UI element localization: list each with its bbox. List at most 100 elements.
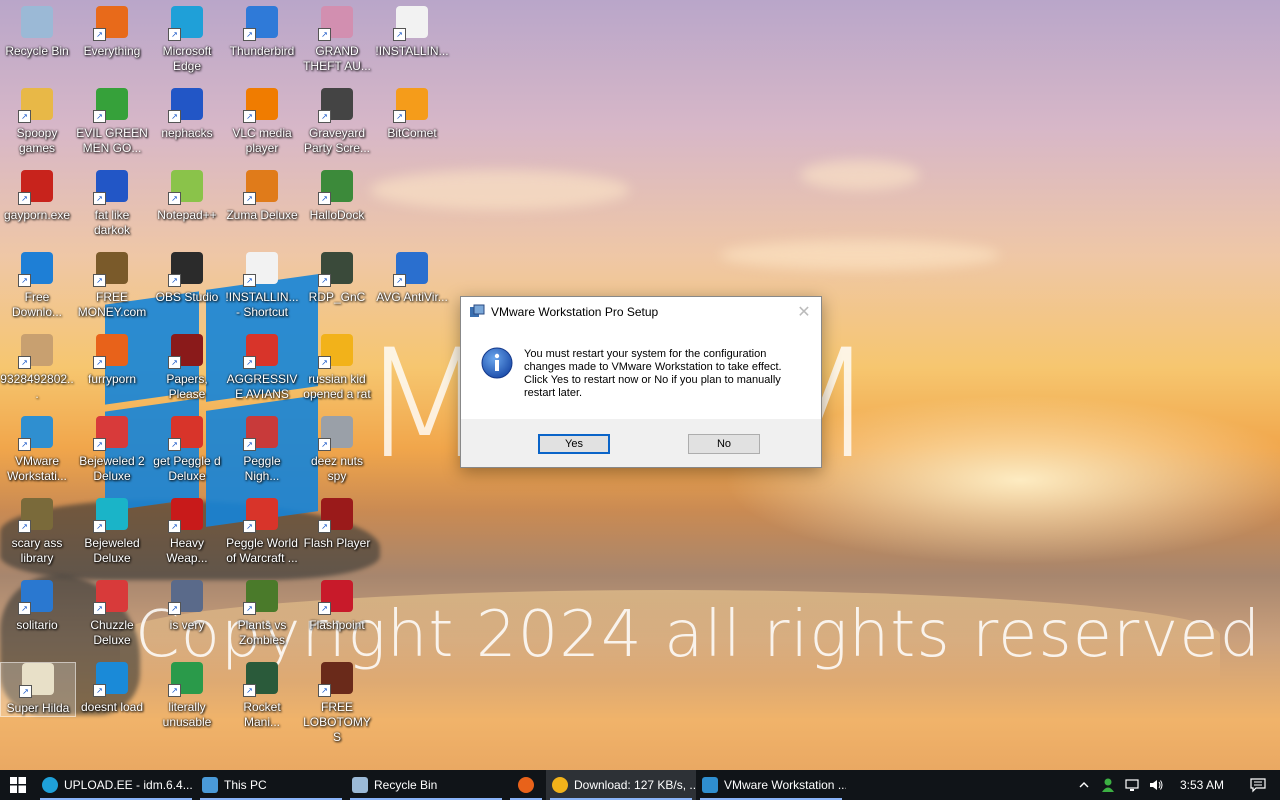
desktop-icon[interactable]: ↗ get Peggle d Deluxe [150, 416, 224, 484]
desktop-icon[interactable]: ↗ !INSTALLIN... - Shortcut [225, 252, 299, 320]
taskbar-item-label: VMware Workstation ... [724, 778, 846, 792]
desktop-icon[interactable]: ↗ Flash Player [300, 498, 374, 551]
desktop-icon[interactable]: ↗ Free Downlo... [0, 252, 74, 320]
taskbar-clock[interactable]: 3:53 AM [1168, 778, 1236, 792]
desktop-icon-label: AGGRESSIVE AVIANS [226, 372, 298, 401]
game-icon: ↗ [243, 498, 278, 533]
taskbar-item[interactable]: VMware Workstation ... [696, 770, 846, 800]
desktop-icon[interactable]: ↗ VMware Workstati... [0, 416, 74, 484]
desktop-icon[interactable]: ↗ AVG AntiVir... [375, 252, 449, 305]
desktop-icon[interactable]: ↗ fat like darkok [75, 170, 149, 238]
desktop-icon[interactable]: ↗ AGGRESSIVE AVIANS [225, 334, 299, 402]
close-icon[interactable]: ✕ [787, 297, 821, 327]
shortcut-arrow-icon: ↗ [18, 274, 31, 287]
desktop-icon[interactable]: ↗ FREE LOBOTOMYS [300, 662, 374, 745]
shortcut-arrow-icon: ↗ [393, 274, 406, 287]
desktop-icon[interactable]: ↗ Spoopy games [0, 88, 74, 156]
shortcut-arrow-icon: ↗ [168, 356, 181, 369]
shortcut-arrow-icon: ↗ [93, 110, 106, 123]
desktop-icon[interactable]: ↗ Thunderbird [225, 6, 299, 59]
game-icon: ↗ [93, 416, 128, 451]
person-icon[interactable] [1096, 770, 1120, 800]
desktop-icon[interactable]: ↗ BitComet [375, 88, 449, 141]
edge-icon: ↗ [168, 6, 203, 41]
desktop-icon[interactable]: ↗ literally unusable [150, 662, 224, 730]
desktop-icon-label: Thunderbird [229, 44, 295, 58]
chevron-up-icon[interactable] [1072, 770, 1096, 800]
desktop-icon[interactable]: ↗ Heavy Weap... [150, 498, 224, 566]
desktop-icon[interactable]: ↗ Flashpoint [300, 580, 374, 633]
taskbar-item-label: UPLOAD.EE - idm.6.4... [64, 778, 193, 792]
desktop-icon-label: Peggle World of Warcraft ... [226, 536, 298, 565]
desktop-icon-label: Bejeweled Deluxe [84, 536, 140, 565]
shortcut-arrow-icon: ↗ [393, 28, 406, 41]
text-file-icon: ↗ [243, 252, 278, 287]
desktop-icon[interactable]: ↗ russian kid opened a rat [300, 334, 374, 402]
shortcut-arrow-icon: ↗ [93, 28, 106, 41]
desktop-icon[interactable]: ↗ Peggle Nigh... [225, 416, 299, 484]
desktop-icon[interactable]: ↗ Notepad++ [150, 170, 224, 223]
no-button[interactable]: No [688, 434, 760, 454]
shortcut-arrow-icon: ↗ [318, 438, 331, 451]
desktop-icon[interactable]: ↗ Bejeweled 2 Deluxe [75, 416, 149, 484]
taskbar-item[interactable] [506, 770, 546, 800]
desktop-icon[interactable]: ↗ Papers, Please [150, 334, 224, 402]
dialog-titlebar[interactable]: VMware Workstation Pro Setup ✕ [461, 297, 821, 327]
desktop-icon[interactable]: ↗ Rocket Mani... [225, 662, 299, 730]
desktop-icon[interactable]: ↗ FREE MONEY.com [75, 252, 149, 320]
folder-icon: ↗ [18, 88, 53, 123]
desktop-icon[interactable]: ↗ Plants vs Zombies [225, 580, 299, 648]
game-icon: ↗ [19, 663, 54, 698]
flashpoint-icon: ↗ [318, 580, 353, 615]
desktop-icon[interactable]: ↗ furryporn [75, 334, 149, 387]
shortcut-arrow-icon: ↗ [243, 28, 256, 41]
desktop-icon[interactable]: ↗ Peggle World of Warcraft ... [225, 498, 299, 566]
start-button[interactable] [0, 770, 36, 800]
desktop-icon[interactable]: ↗ !INSTALLIN... [375, 6, 449, 59]
desktop-icon-label: Graveyard Party Scre... [303, 126, 371, 155]
desktop-icon[interactable]: ↗ gayporn.exe [0, 170, 74, 223]
desktop-icon[interactable]: ↗ solitario [0, 580, 74, 633]
network-icon[interactable] [1120, 770, 1144, 800]
app-icon: ↗ [93, 662, 128, 697]
desktop-icon[interactable]: ↗ VLC media player [225, 88, 299, 156]
desktop-icon[interactable]: ↗ deez nuts spy [300, 416, 374, 484]
desktop-icon[interactable]: ↗ is very [150, 580, 224, 633]
desktop-icon[interactable]: ↗ Graveyard Party Scre... [300, 88, 374, 156]
desktop-icon[interactable]: ↗ nephacks [150, 88, 224, 141]
desktop-icon[interactable]: ↗ Chuzzle Deluxe [75, 580, 149, 648]
desktop-icon[interactable]: ↗ doesnt load [75, 662, 149, 715]
desktop-icon[interactable]: ↗ OBS Studio [150, 252, 224, 305]
notification-icon[interactable] [1236, 770, 1280, 800]
taskbar-item[interactable]: UPLOAD.EE - idm.6.4... [36, 770, 196, 800]
desktop-icon[interactable]: ↗ Microsoft Edge [150, 6, 224, 74]
taskbar-item[interactable]: Recycle Bin [346, 770, 506, 800]
shortcut-arrow-icon: ↗ [318, 356, 331, 369]
taskbar-item[interactable]: Download: 127 KB/s, ... [546, 770, 696, 800]
desktop-icon[interactable]: Recycle Bin [0, 6, 74, 59]
shortcut-arrow-icon: ↗ [93, 602, 106, 615]
system-tray: 3:53 AM [1072, 770, 1280, 800]
yes-button[interactable]: Yes [538, 434, 610, 454]
desktop-icon[interactable]: ↗ 9328492802... [0, 334, 74, 402]
desktop-icon[interactable]: ↗ HalloDock [300, 170, 374, 223]
desktop-icon[interactable]: ↗ RDP_GnC [300, 252, 374, 305]
wallpaper-cloud [800, 160, 920, 190]
shortcut-arrow-icon: ↗ [93, 274, 106, 287]
desktop-icon[interactable]: ↗ scary ass library [0, 498, 74, 566]
shortcut-arrow-icon: ↗ [168, 602, 181, 615]
desktop-icon[interactable]: ↗ GRAND THEFT AU... [300, 6, 374, 74]
taskbar-item[interactable]: This PC [196, 770, 346, 800]
shortcut-arrow-icon: ↗ [243, 438, 256, 451]
desktop-icon-label: Chuzzle Deluxe [90, 618, 134, 647]
desktop-icon[interactable]: ↗ Zuma Deluxe [225, 170, 299, 223]
desktop-icon-label: Notepad++ [157, 208, 217, 222]
download-icon: ↗ [18, 252, 53, 287]
shortcut-arrow-icon: ↗ [168, 438, 181, 451]
shortcut-arrow-icon: ↗ [393, 110, 406, 123]
volume-icon[interactable] [1144, 770, 1168, 800]
desktop-icon[interactable]: ↗ EVIL GREEN MEN GO... [75, 88, 149, 156]
desktop-icon[interactable]: ↗ Bejeweled Deluxe [75, 498, 149, 566]
desktop-icon[interactable]: ↗ Super Hilda [0, 662, 76, 717]
desktop-icon[interactable]: ↗ Everything [75, 6, 149, 59]
